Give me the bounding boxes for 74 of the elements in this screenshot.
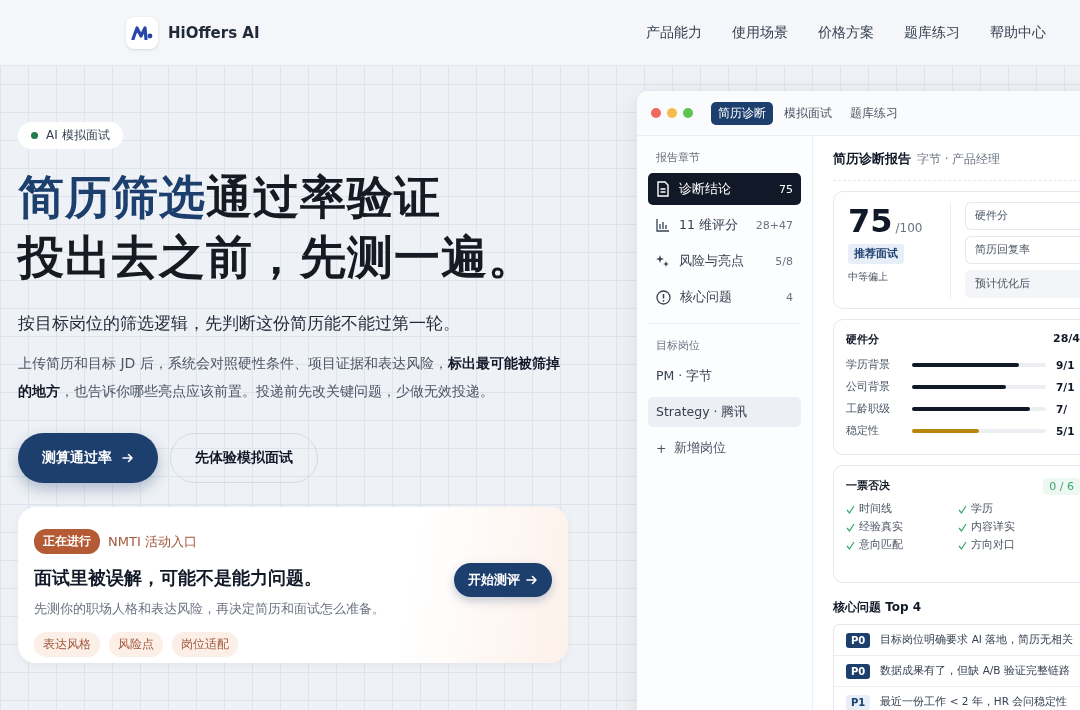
mock-interview-button[interactable]: 先体验模拟面试 [170,433,318,483]
window-tab[interactable]: 模拟面试 [777,101,839,125]
tag: 风险点 [109,632,163,657]
logo-icon[interactable] [126,16,158,49]
check-label: 时间线 [859,502,892,516]
score-label: 学历背景 [846,358,891,372]
start-button[interactable]: 开始测评 [454,563,552,597]
hero-subtitle: 按目标岗位的筛选逻辑，先判断这份简历能不能过第一轮。 [18,313,461,335]
issue-text: 最近一份工作 < 2 年，HR 会问稳定性 [880,695,1068,709]
score-label: 稳定性 [846,424,880,438]
promo-title: 面试里被误解，可能不是能力问题。 [34,566,323,590]
tag: 表达风格 [34,632,100,657]
target-item[interactable]: Strategy · 腾讯 [648,397,801,427]
feature-badge: AI 模拟面试 [18,122,123,149]
bar-chart-icon [656,218,670,232]
window-tab[interactable]: 题库练习 [843,101,905,125]
card-title: 硬件分 [846,332,879,347]
promo-text: 先测你的职场人格和表达风险，再决定简历和面试怎么准备。 [34,600,386,618]
issues-title: 核心问题 Top 4 [833,599,923,616]
arrow-icon [526,574,538,586]
section-label: 目标岗位 [655,338,701,353]
score-label: 工龄职级 [846,402,891,416]
add-position-button[interactable]: + 新增岗位 [648,433,801,463]
priority-tag: P1 [846,694,871,710]
window-controls-drawing[interactable] [651,108,693,118]
score-value: 7/ [1056,403,1068,415]
priority-tag: P0 [846,663,871,679]
calculate-button[interactable]: 测算通过率 [18,433,158,483]
score-label: 公司背景 [846,380,891,394]
nav-link[interactable]: 题库练习 [904,23,960,42]
nav-link[interactable]: 价格方案 [818,23,874,42]
target-item[interactable]: PM · 字节 [648,361,801,391]
window-tab[interactable]: 简历诊断 [711,101,773,125]
arrow-icon [122,452,134,464]
check-label: 方向对口 [971,538,1015,552]
sidebar-item[interactable]: 11 维评分 28+47 [648,209,801,241]
issue-text: 目标岗位明确要求 AI 落地，简历无相关 [880,633,1074,647]
alert-icon [656,289,671,305]
hero-title: 简历筛选通过率验证 投出去之前，先测一遍。 [18,169,536,286]
priority-tag: P0 [846,632,871,648]
nav-link[interactable]: 使用场景 [732,23,788,42]
tag: 岗位适配 [172,632,238,657]
check-label: 经验真实 [859,520,903,534]
sidebar-item[interactable]: 诊断结论 75 [648,173,801,205]
score-value: 9/1 [1056,359,1075,371]
brand-name: HiOffers AI [168,23,260,42]
nav-link[interactable]: 产品能力 [646,23,702,42]
issue-text: 数据成果有了，但缺 A/B 验证完整链路 [880,664,1070,678]
metric-field: 硬件分 [965,202,1080,230]
metric-field: 简历回复率 [965,236,1080,264]
report-subtitle: 字节 · 产品经理 [917,152,1000,167]
verdict-badge: 推荐面试 [848,244,904,264]
score-value: 7/1 [1056,381,1075,393]
check-label: 意向匹配 [859,538,903,552]
promo-label: NMTI 活动入口 [108,532,197,551]
check-label: 学历 [971,502,993,516]
document-icon [656,181,670,197]
score-max: /100 [895,221,923,235]
check-label: 内容详实 [971,520,1015,534]
level-text: 中等偏上 [848,270,889,284]
nav-link[interactable]: 帮助中心 [990,23,1046,42]
sidebar-item[interactable]: 风险与亮点 5/8 [648,245,801,277]
score-value: 5/1 [1056,425,1075,437]
metric-field: 预计优化后 [965,270,1080,298]
total-score: 28/4 [1053,332,1080,347]
report-title: 简历诊断报告 [833,150,911,168]
sidebar-item[interactable]: 核心问题 4 [648,281,801,313]
hero-description: 上传简历和目标 JD 后，系统会对照硬性条件、项目证据和表达风险，标出最可能被筛掉的地方，也告诉你哪些亮点应该前置。投递前先改关键问题，少做无效投递。 [18,354,561,401]
veto-count: 0 / 6 [1043,478,1080,495]
status-badge: 正在进行 [34,529,100,554]
section-label: 报告章节 [655,150,701,165]
sparkle-icon [656,254,670,268]
score: 75 [848,202,893,240]
card-title: 一票否决 [846,478,890,494]
